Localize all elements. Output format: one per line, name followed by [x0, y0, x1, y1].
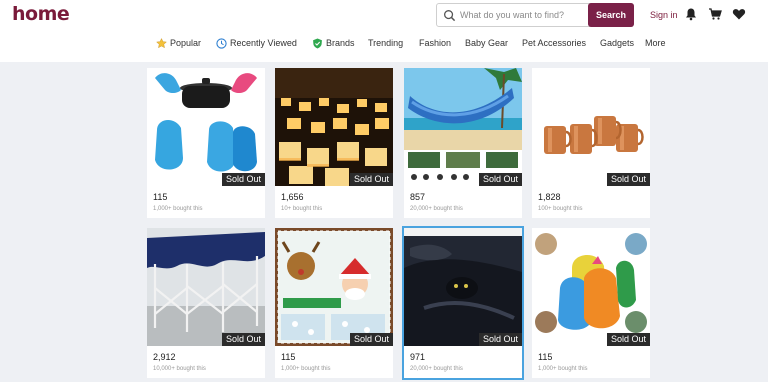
- product-card[interactable]: Sold Out 1,656 10+ bought this: [275, 68, 393, 218]
- site-logo[interactable]: home: [12, 3, 70, 25]
- product-count: 115: [538, 352, 553, 362]
- product-card[interactable]: Sold Out 2,912 10,000+ bought this: [147, 228, 265, 378]
- product-image[interactable]: Sold Out: [275, 228, 393, 346]
- nav-trending[interactable]: Trending: [368, 36, 403, 50]
- nav-pet-accessories[interactable]: Pet Accessories: [522, 36, 586, 50]
- star-icon: [156, 37, 167, 48]
- sold-out-badge: Sold Out: [606, 173, 650, 186]
- product-image[interactable]: Sold Out: [404, 228, 522, 346]
- nav-label: Trending: [368, 38, 404, 48]
- sold-out-badge: Sold Out: [349, 173, 393, 186]
- sign-in-link[interactable]: Sign in: [650, 10, 678, 20]
- bell-icon[interactable]: [684, 7, 698, 21]
- shield-check-icon: [313, 38, 322, 48]
- top-bar: home Search Sign in Popular: [0, 0, 768, 62]
- product-card[interactable]: Sold Out 115 1,000+ bought this: [532, 228, 650, 378]
- product-count: 2,912: [153, 352, 176, 362]
- product-count: 971: [410, 352, 426, 362]
- product-image[interactable]: Sold Out: [532, 68, 650, 186]
- product-count: 1,656: [281, 192, 304, 202]
- product-card[interactable]: Sold Out 1,828 100+ bought this: [532, 68, 650, 218]
- product-image[interactable]: Sold Out: [147, 68, 265, 186]
- search-input[interactable]: [459, 4, 587, 26]
- sold-out-badge: Sold Out: [221, 333, 265, 346]
- product-card[interactable]: Sold Out 115 1,000+ bought this: [147, 68, 265, 218]
- product-count: 857: [410, 192, 426, 202]
- nav-label: Recently Viewed: [230, 38, 297, 48]
- nav-more[interactable]: More: [645, 36, 666, 50]
- clock-icon: [216, 37, 227, 49]
- product-image[interactable]: Sold Out: [275, 68, 393, 186]
- product-card[interactable]: Sold Out 115 1,000+ bought this: [275, 228, 393, 378]
- product-image[interactable]: Sold Out: [532, 228, 650, 346]
- product-card[interactable]: Sold Out 971 20,000+ bought this: [402, 226, 524, 380]
- nav-fashion[interactable]: Fashion: [419, 36, 451, 50]
- nav-label: Brands: [326, 38, 355, 48]
- bought-count: 1,000+ bought this: [281, 366, 331, 372]
- nav-label: Popular: [170, 38, 202, 48]
- sold-out-badge: Sold Out: [478, 333, 522, 346]
- search-button[interactable]: Search: [588, 3, 634, 27]
- product-card[interactable]: Sold Out 857 20,000+ bought this: [404, 68, 522, 218]
- search-icon: [444, 10, 456, 22]
- nav-brands[interactable]: Brands: [312, 36, 355, 50]
- search-bar: Search: [436, 3, 634, 27]
- sold-out-badge: Sold Out: [606, 333, 650, 346]
- bought-count: 1,000+ bought this: [538, 366, 588, 372]
- heart-icon[interactable]: [732, 7, 746, 21]
- nav-label: Gadgets: [600, 38, 635, 48]
- product-count: 1,828: [538, 192, 561, 202]
- nav-label: Fashion: [419, 38, 452, 48]
- cart-icon[interactable]: [708, 7, 722, 21]
- nav-popular[interactable]: Popular: [156, 36, 201, 50]
- bought-count: 10+ bought this: [281, 206, 323, 212]
- bought-count: 20,000+ bought this: [410, 366, 463, 372]
- bought-count: 1,000+ bought this: [153, 206, 203, 212]
- nav-recently-viewed[interactable]: Recently Viewed: [216, 36, 297, 50]
- nav-gadgets[interactable]: Gadgets: [600, 36, 634, 50]
- product-image[interactable]: Sold Out: [147, 228, 265, 346]
- product-count: 115: [281, 352, 296, 362]
- sold-out-badge: Sold Out: [221, 173, 265, 186]
- sold-out-badge: Sold Out: [349, 333, 393, 346]
- bought-count: 20,000+ bought this: [410, 206, 463, 212]
- bought-count: 10,000+ bought this: [153, 366, 206, 372]
- product-image[interactable]: Sold Out: [404, 68, 522, 186]
- category-nav: Popular Recently Viewed Brands Trending …: [0, 36, 768, 52]
- product-count: 115: [153, 192, 168, 202]
- nav-baby-gear[interactable]: Baby Gear: [465, 36, 508, 50]
- nav-label: Pet Accessories: [522, 38, 587, 48]
- nav-label: Baby Gear: [465, 38, 509, 48]
- sold-out-badge: Sold Out: [478, 173, 522, 186]
- nav-label: More: [645, 38, 666, 48]
- bought-count: 100+ bought this: [538, 206, 583, 212]
